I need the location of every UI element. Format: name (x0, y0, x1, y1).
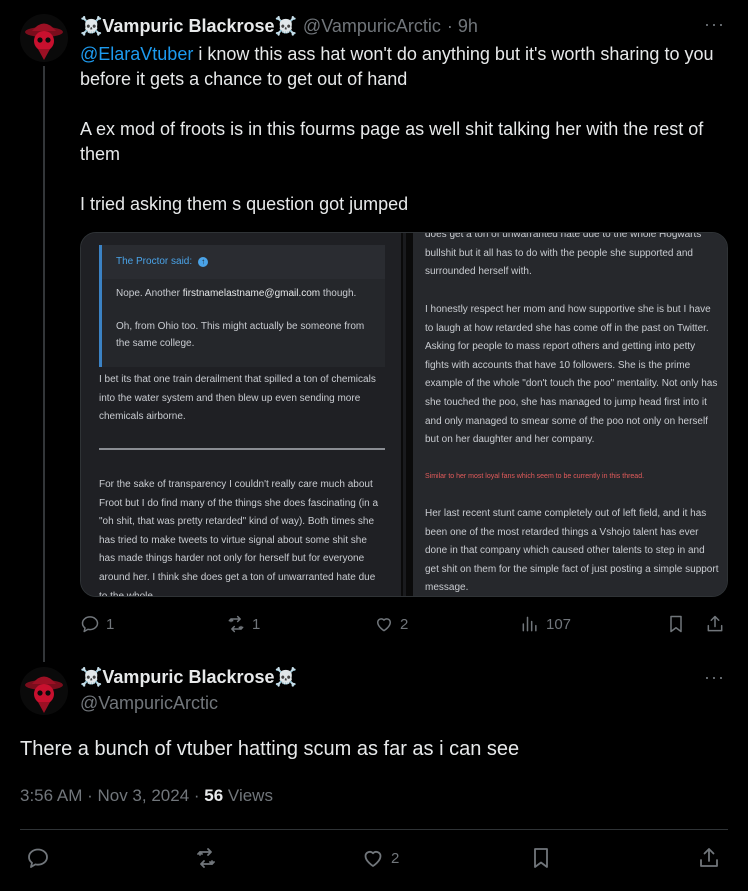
main-like-button[interactable]: 2 (361, 846, 399, 870)
reply-more-button[interactable]: ··· (704, 14, 725, 35)
reply-icon (28, 848, 48, 868)
forum-email: firstnamelastname@gmail.com (182, 288, 321, 299)
main-display-name[interactable]: ☠️Vampuric Blackrose☠️ (80, 667, 297, 688)
main-timestamp[interactable]: 3:56 AM · Nov 3, 2024 · (20, 786, 204, 805)
reply-paragraph-3: I tried asking them s question got jumpe… (80, 194, 409, 214)
reply-share-button[interactable] (705, 614, 725, 634)
forum-left-para-1: I bet its that one train derailment that… (99, 374, 376, 423)
bookmark-icon (534, 848, 548, 868)
media-image[interactable]: The Proctor said: ↑ Nope. Another firstn… (80, 232, 728, 597)
reply-bookmark-button[interactable] (666, 614, 686, 634)
reply-icon (81, 616, 99, 633)
share-icon (707, 615, 723, 632)
reply-repost-button[interactable]: 1 (226, 614, 260, 634)
forum-right-para-2: I honestly respect her mom and how suppo… (425, 304, 718, 446)
like-count: 2 (400, 615, 409, 633)
repost-count: 1 (252, 615, 261, 633)
forum-quote-author: The Proctor said: (116, 255, 193, 267)
thread-line (43, 66, 45, 662)
reply-handle[interactable]: @VampuricArctic (303, 16, 441, 37)
main-bookmark-button[interactable] (529, 846, 553, 870)
main-like-count: 2 (391, 849, 400, 867)
skull-avatar-icon (20, 14, 68, 62)
main-views-label: Views (223, 786, 273, 805)
heart-icon (364, 850, 382, 867)
forum-left-para-2: For the sake of transparency I couldn't … (99, 479, 379, 597)
main-handle[interactable]: @VampuricArctic (80, 693, 218, 714)
forum-right-panel: does get a ton of unwarranted hate due t… (413, 233, 727, 596)
reply-like-button[interactable]: 2 (374, 614, 408, 634)
forum-right-red-note: Similar to her most loyal fans which see… (425, 473, 645, 480)
forum-left-panel: The Proctor said: ↑ Nope. Another firstn… (81, 233, 401, 597)
forum-quote: The Proctor said: ↑ Nope. Another firstn… (99, 245, 385, 367)
forum-left-separator (99, 448, 385, 450)
bookmark-icon (670, 615, 682, 633)
repost-icon (197, 848, 215, 868)
reply-count: 1 (106, 615, 115, 633)
reply-avatar[interactable] (20, 14, 68, 62)
main-meta: 3:56 AM · Nov 3, 2024 · 56 Views (20, 786, 273, 806)
reply-time[interactable]: · 9h (447, 16, 478, 37)
repost-icon (228, 615, 244, 633)
main-reply-button[interactable] (26, 846, 50, 870)
reply-header: ☠️Vampuric Blackrose☠️ @VampuricArctic ·… (80, 14, 478, 38)
main-repost-button[interactable] (194, 846, 218, 870)
reply-views-button[interactable]: 107 (520, 614, 571, 634)
main-more-button[interactable]: ··· (704, 667, 725, 688)
reply-display-name[interactable]: ☠️Vampuric Blackrose☠️ (80, 16, 297, 37)
forum-right-para-1: does get a ton of unwarranted hate due t… (425, 233, 702, 278)
forum-quote-line-1: Nope. Another firstnamelastname@gmail.co… (116, 288, 357, 299)
reply-paragraph-2: A ex mod of froots is in this fourms pag… (80, 119, 704, 164)
heart-icon (377, 618, 391, 632)
reply-reply-button[interactable]: 1 (80, 614, 114, 634)
share-icon (700, 848, 718, 867)
reply-paragraph-1: @ElaraVtuber i know this ass hat won't d… (80, 42, 730, 92)
forum-right-para-3: Her last recent stunt came completely ou… (425, 508, 719, 594)
mention-link[interactable]: @ElaraVtuber (80, 44, 193, 64)
main-text: There a bunch of vtuber hatting scum as … (20, 738, 520, 760)
main-share-button[interactable] (697, 846, 721, 870)
views-count: 107 (546, 615, 572, 633)
main-views-count: 56 (204, 786, 224, 805)
forum-quote-line-2: Oh, from Ohio too. This might actually b… (116, 321, 365, 349)
reply-text: @ElaraVtuber i know this ass hat won't d… (80, 42, 730, 217)
meta-divider (20, 829, 728, 830)
analytics-icon (522, 616, 537, 632)
main-avatar[interactable] (20, 667, 68, 715)
arrow-up-circle-icon: ↑ (198, 257, 209, 267)
forum-quote-header: The Proctor said: ↑ (102, 245, 385, 279)
panel-divider-bar (403, 233, 406, 596)
skull-avatar-icon (20, 667, 68, 715)
